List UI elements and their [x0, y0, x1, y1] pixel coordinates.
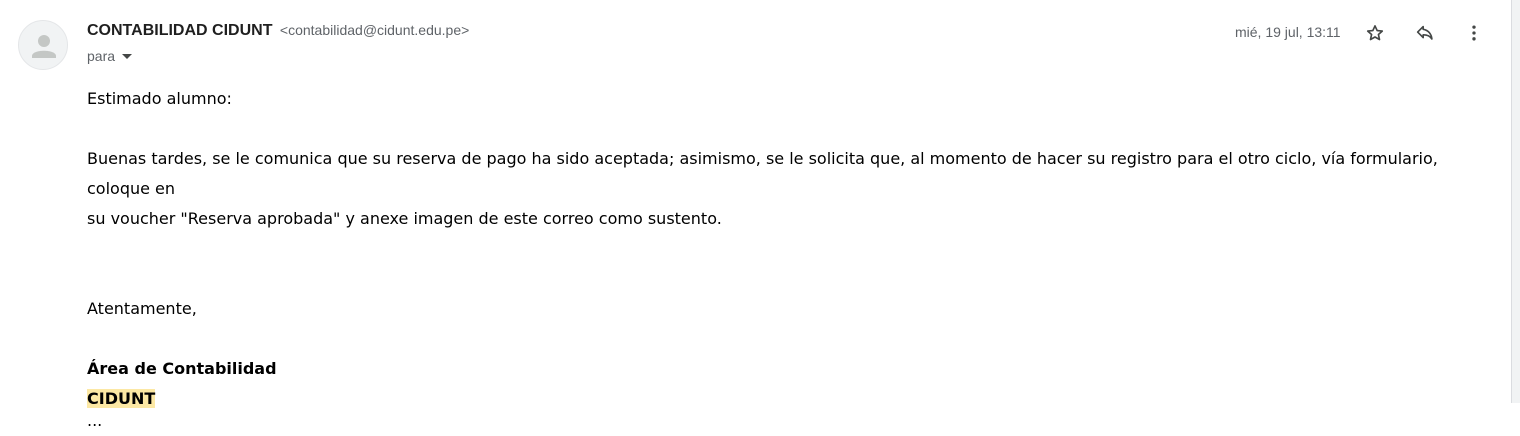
- to-label: para: [87, 48, 116, 64]
- trimmed-content-toggle[interactable]: ...: [87, 406, 1487, 436]
- email-date: mié, 19 jul, 13:11: [1235, 24, 1341, 40]
- more-options-button[interactable]: [1459, 18, 1489, 48]
- email-body: Estimado alumno: Buenas tardes, se le co…: [87, 84, 1487, 436]
- closing: Atentamente,: [87, 299, 197, 318]
- message-line-2: su voucher "Reserva aprobada" y anexe im…: [87, 209, 722, 228]
- reply-icon: [1416, 25, 1433, 40]
- recipients-toggle[interactable]: para: [87, 48, 133, 64]
- star-button[interactable]: [1360, 18, 1390, 48]
- sender-line: CONTABILIDAD CIDUNT <contabilidad@cidunt…: [87, 22, 469, 40]
- reply-button[interactable]: [1410, 18, 1440, 48]
- greeting: Estimado alumno:: [87, 89, 232, 108]
- person-icon: [32, 35, 56, 58]
- sender-avatar[interactable]: [18, 20, 68, 70]
- chevron-down-icon[interactable]: [122, 54, 133, 59]
- message-line-1: Buenas tardes, se le comunica que su res…: [87, 149, 1438, 198]
- sender-name[interactable]: CONTABILIDAD CIDUNT: [87, 22, 272, 39]
- scrollbar-track[interactable]: [1511, 0, 1520, 403]
- sender-email: <contabilidad@cidunt.edu.pe>: [279, 22, 470, 38]
- more-vert-icon: [1472, 25, 1476, 41]
- signature-area: Área de Contabilidad: [87, 359, 277, 378]
- star-icon: [1366, 25, 1384, 41]
